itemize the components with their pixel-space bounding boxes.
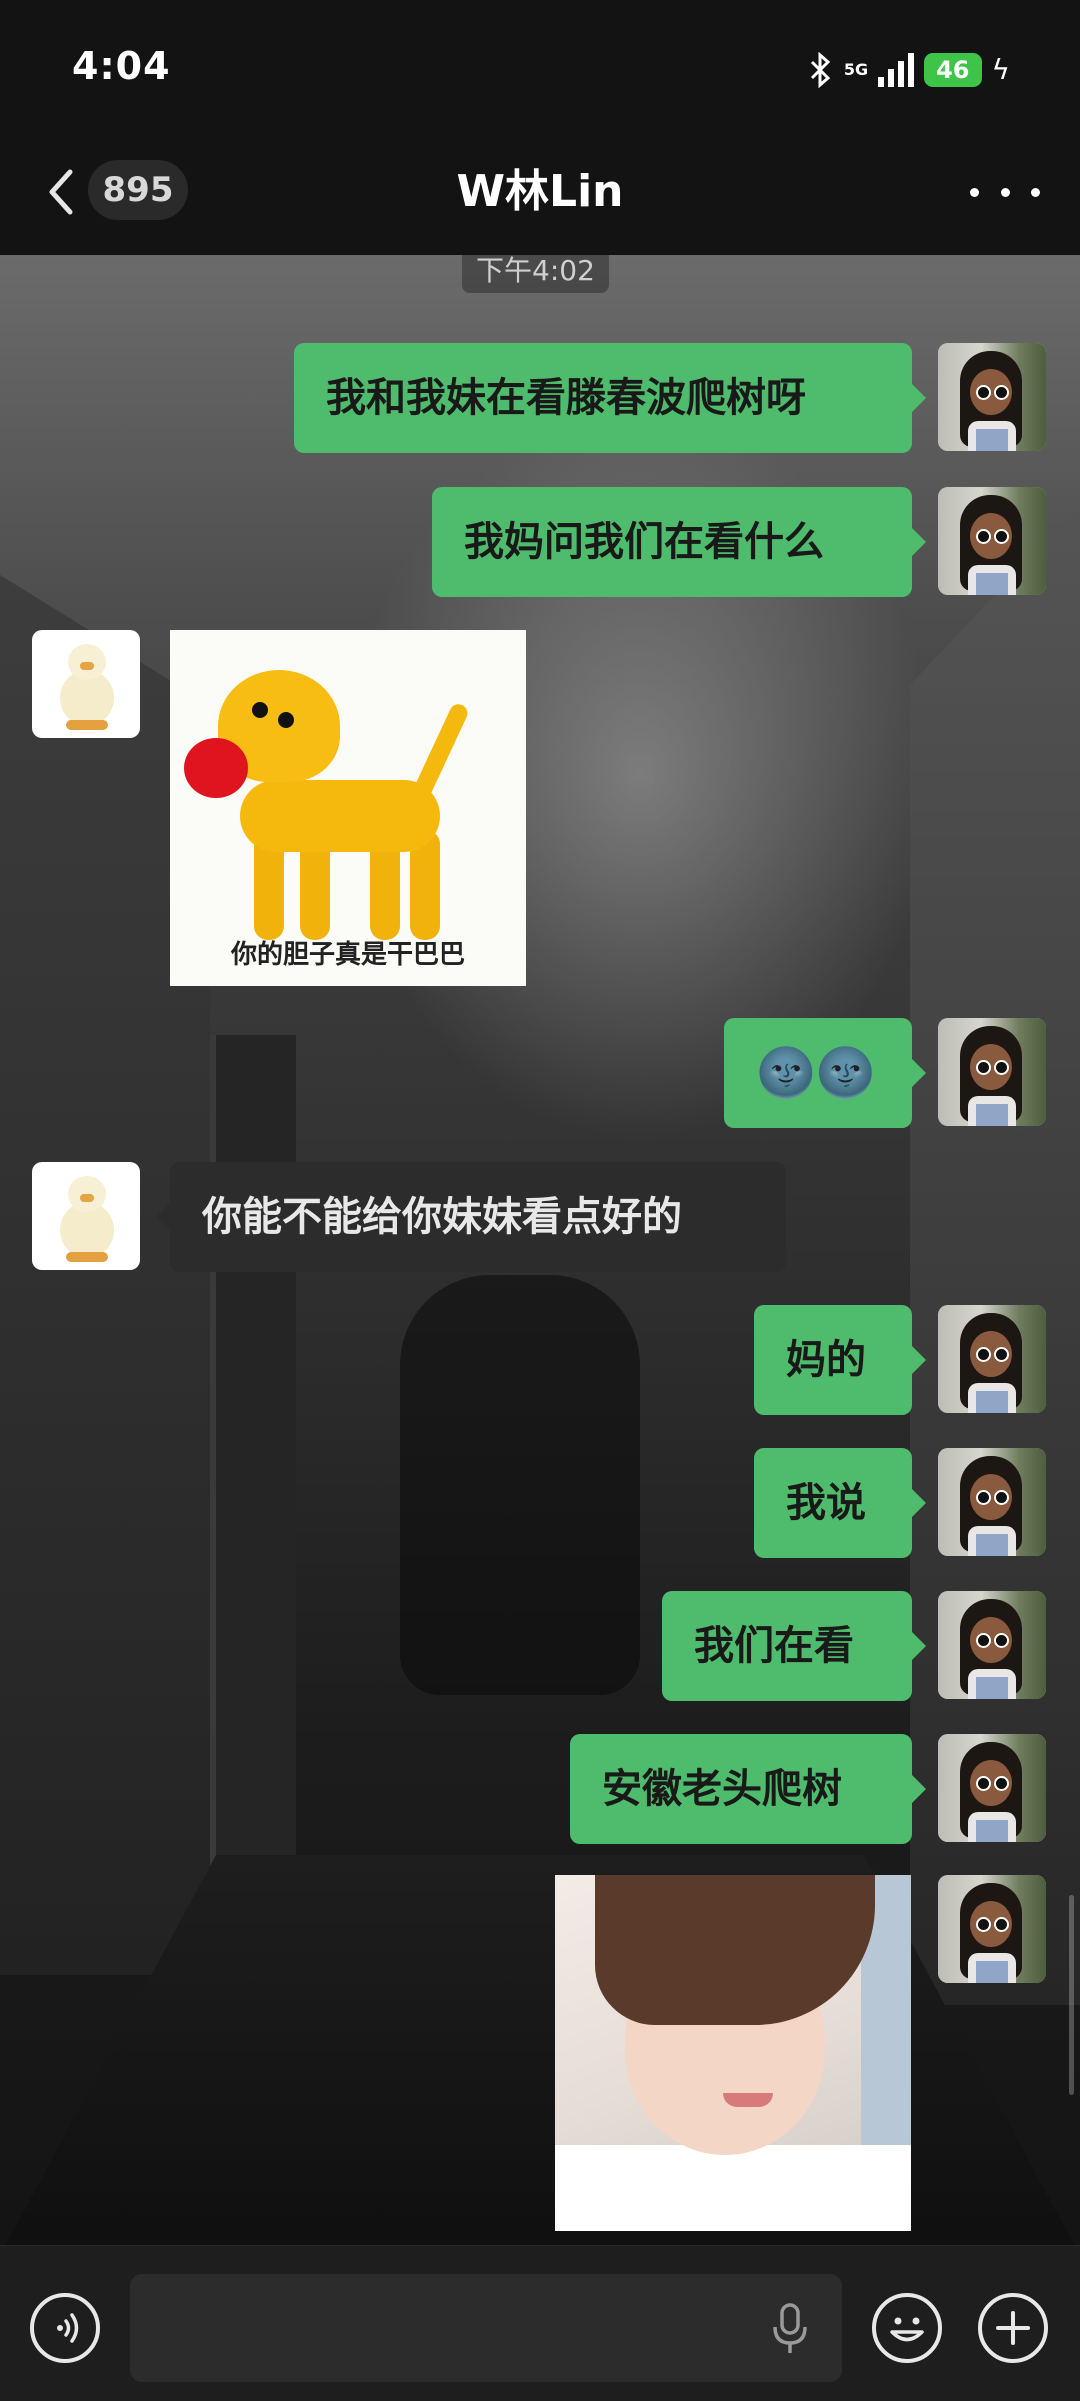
my-avatar[interactable] <box>938 1305 1046 1413</box>
signal-icon <box>878 53 915 87</box>
message-timestamp: 下午4:02 <box>462 255 609 293</box>
bluetooth-icon <box>808 52 834 88</box>
status-icons: 5G 46 ϟ <box>808 48 1010 92</box>
my-avatar[interactable] <box>938 1591 1046 1699</box>
emoji-button[interactable] <box>872 2293 942 2363</box>
more-actions-button[interactable] <box>978 2293 1048 2363</box>
microphone-icon[interactable] <box>770 2301 810 2357</box>
my-message-bubble[interactable]: 🌚🌚 <box>724 1018 926 1128</box>
my-message-bubble[interactable]: 妈的 <box>754 1305 926 1415</box>
status-time: 4:04 <box>72 44 171 88</box>
my-avatar[interactable] <box>938 1734 1046 1842</box>
voice-icon <box>57 2313 79 2343</box>
contact-avatar[interactable] <box>32 630 140 738</box>
chat-area[interactable]: 下午4:02 我和我妹在看滕春波爬树呀 我妈问我们在看什么 你的胆子真是干巴巴 … <box>0 255 1080 2245</box>
scrollbar[interactable] <box>1069 1895 1074 2095</box>
my-message-bubble[interactable]: 我妈问我们在看什么 <box>432 487 926 597</box>
chat-title: W林Lin <box>456 166 624 217</box>
contact-message-bubble[interactable]: 你能不能给你妹妹看点好的 <box>156 1162 786 1272</box>
my-message-bubble[interactable]: 安徽老头爬树 <box>570 1734 926 1844</box>
ellipsis-icon <box>970 187 979 197</box>
more-button[interactable] <box>970 170 1040 214</box>
my-avatar[interactable] <box>938 1875 1046 1983</box>
network-label: 5G <box>843 60 869 79</box>
emoji-icon <box>890 2317 924 2342</box>
charging-icon: ϟ <box>991 53 1010 86</box>
chat-header: 895 W林Lin <box>0 130 1080 255</box>
message-input[interactable] <box>130 2274 842 2382</box>
my-message-bubble[interactable]: 我说 <box>754 1448 926 1558</box>
background-figure <box>400 1275 640 1695</box>
sticker-caption: 你的胆子真是干巴巴 <box>230 940 465 970</box>
my-avatar[interactable] <box>938 343 1046 451</box>
contact-avatar[interactable] <box>32 1162 140 1270</box>
my-message-bubble[interactable]: 我们在看 <box>662 1591 926 1701</box>
plus-icon <box>996 2311 1030 2345</box>
status-bar: 4:04 5G 46 ϟ <box>0 0 1080 130</box>
my-avatar[interactable] <box>938 487 1046 595</box>
image-message[interactable] <box>555 1875 911 2231</box>
battery-icon: 46 <box>924 53 982 87</box>
my-avatar[interactable] <box>938 1448 1046 1556</box>
my-avatar[interactable] <box>938 1018 1046 1126</box>
voice-toggle-button[interactable] <box>30 2293 100 2363</box>
input-bar <box>0 2245 1080 2401</box>
my-message-bubble[interactable]: 我和我妹在看滕春波爬树呀 <box>294 343 926 453</box>
sticker-message[interactable]: 你的胆子真是干巴巴 <box>170 630 526 986</box>
